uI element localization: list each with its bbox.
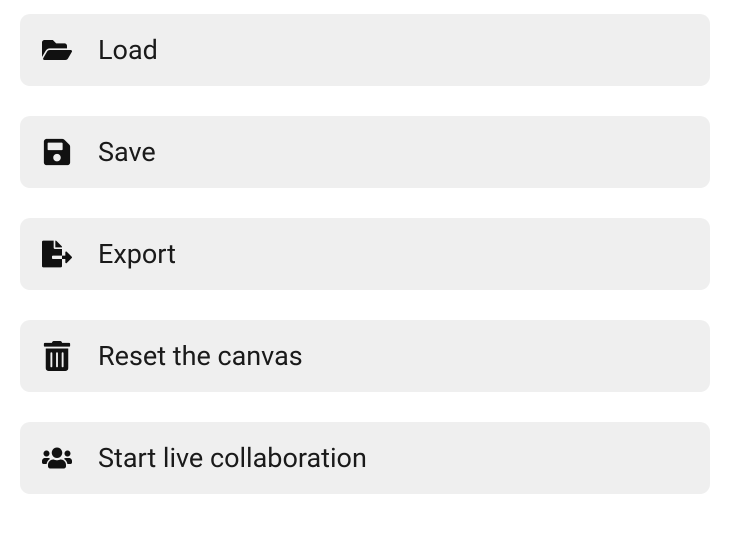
menu-item-label: Reset the canvas — [98, 340, 303, 372]
menu-item-live-collaboration[interactable]: Start live collaboration — [20, 422, 710, 494]
menu-item-export[interactable]: Export — [20, 218, 710, 290]
folder-open-icon — [42, 35, 72, 65]
menu-item-label: Load — [98, 34, 158, 66]
file-export-icon — [42, 239, 72, 269]
menu-item-label: Save — [98, 136, 156, 168]
menu-item-label: Start live collaboration — [98, 442, 367, 474]
floppy-disk-icon — [42, 137, 72, 167]
menu-item-load[interactable]: Load — [20, 14, 710, 86]
menu-item-label: Export — [98, 238, 176, 270]
menu-item-reset-canvas[interactable]: Reset the canvas — [20, 320, 710, 392]
trash-icon — [42, 341, 72, 371]
menu-item-save[interactable]: Save — [20, 116, 710, 188]
users-icon — [42, 443, 72, 473]
